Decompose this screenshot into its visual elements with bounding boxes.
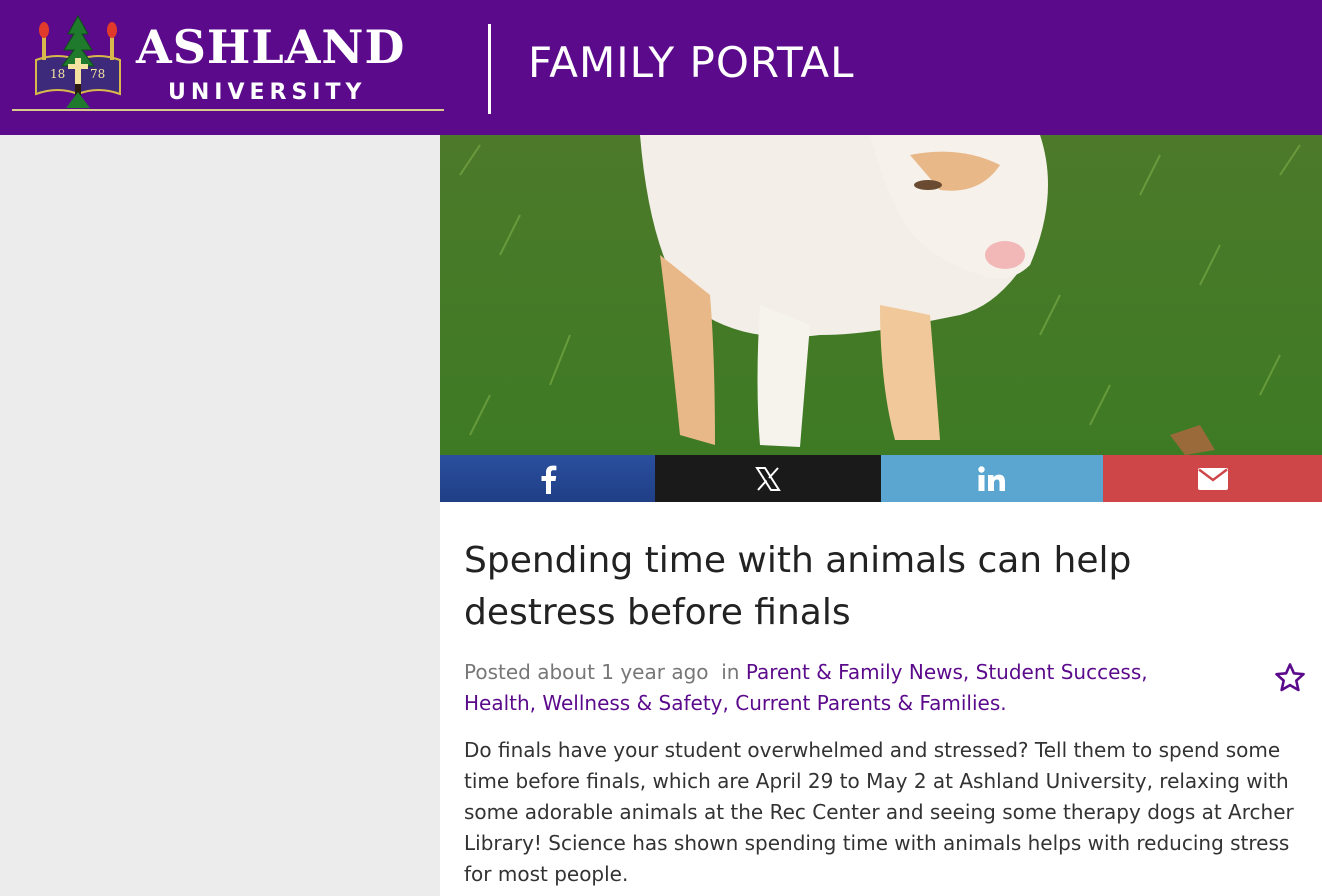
- share-linkedin-button[interactable]: [881, 455, 1103, 502]
- header-divider: [488, 24, 491, 114]
- share-bar: [440, 455, 1322, 502]
- site-header: 18 78 ASHLAND UNIVERSITY FAMILY PORTAL: [0, 0, 1322, 135]
- seal-year-right: 78: [90, 67, 105, 81]
- article-card: Spending time with animals can help dest…: [440, 135, 1322, 896]
- category-link-parent-family-news[interactable]: Parent & Family News: [746, 660, 963, 684]
- linkedin-icon: [978, 465, 1005, 491]
- posted-time: Posted about 1 year ago: [464, 660, 709, 684]
- article-headline: Spending time with animals can help dest…: [464, 540, 1132, 633]
- university-seal-icon: 18 78: [35, 14, 121, 108]
- ashland-university-logo[interactable]: 18 78 ASHLAND UNIVERSITY: [10, 8, 444, 112]
- logo-underline: [12, 109, 444, 111]
- share-email-button[interactable]: [1103, 455, 1322, 502]
- seal-year-left: 18: [50, 67, 65, 81]
- x-icon: [755, 466, 781, 491]
- favorite-star-icon[interactable]: [1274, 662, 1306, 694]
- category-link-current-parents-families[interactable]: Current Parents & Families.: [735, 691, 1006, 715]
- envelope-icon: [1197, 467, 1228, 490]
- facebook-icon: [541, 465, 556, 494]
- logo-wordmark: ASHLAND: [136, 20, 406, 74]
- share-facebook-button[interactable]: [440, 455, 655, 502]
- article-hero-image: [440, 135, 1322, 455]
- logo-subtitle: UNIVERSITY: [168, 80, 367, 105]
- left-sidebar: [0, 135, 440, 896]
- portal-title: FAMILY PORTAL: [528, 38, 855, 87]
- article-meta: Posted about 1 year ago in Parent & Fami…: [464, 660, 1148, 715]
- category-link-health-wellness-safety[interactable]: Health, Wellness & Safety: [464, 691, 723, 715]
- article-body: Do finals have your student overwhelmed …: [464, 738, 1294, 886]
- in-label: in: [721, 660, 740, 684]
- category-link-student-success[interactable]: Student Success: [976, 660, 1142, 684]
- share-x-button[interactable]: [655, 455, 881, 502]
